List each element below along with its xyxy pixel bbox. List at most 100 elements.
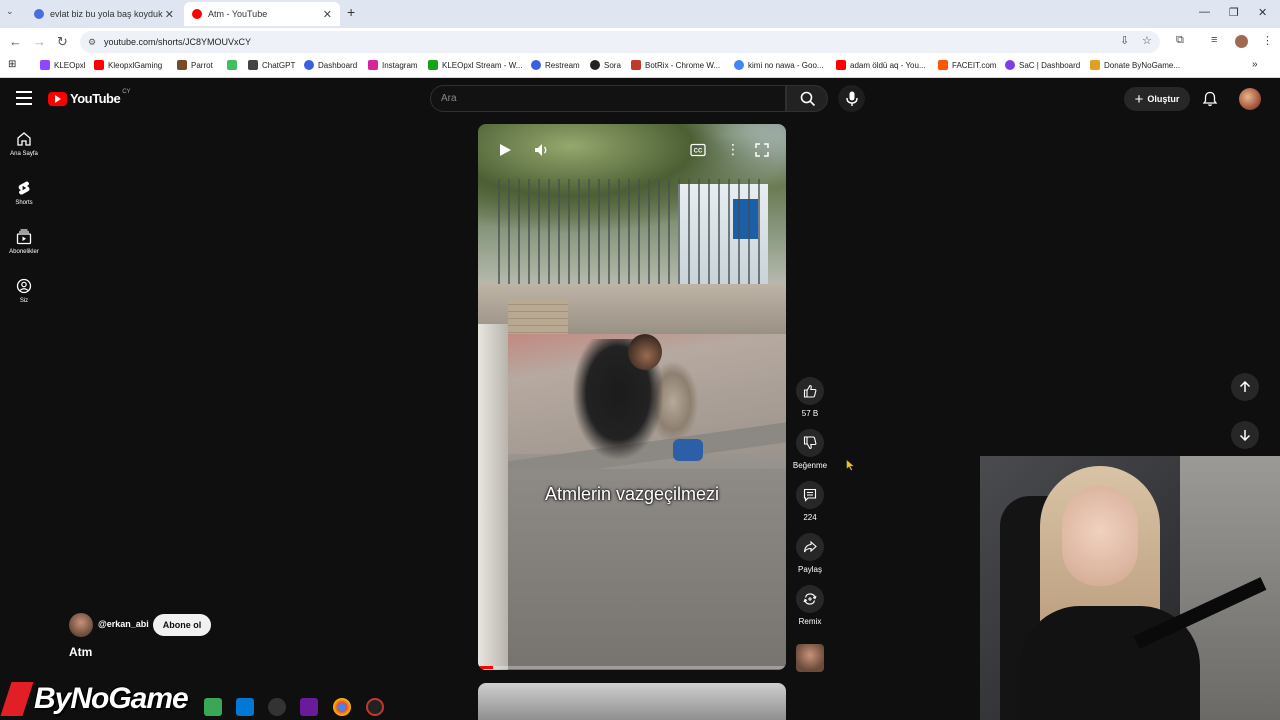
- store-icon[interactable]: [204, 698, 222, 716]
- browser-tab[interactable]: evlat biz bu yola baş koyduk ly ✕: [26, 2, 182, 26]
- media-control-icon[interactable]: ≡: [1211, 34, 1217, 46]
- forward-icon[interactable]: →: [33, 34, 46, 49]
- sidebar-item-you[interactable]: Siz: [0, 278, 48, 304]
- close-window-icon[interactable]: ✕: [1258, 6, 1267, 19]
- channel-handle[interactable]: @erkan_abi: [98, 619, 149, 629]
- volume-icon[interactable]: [534, 142, 550, 158]
- bookmark[interactable]: Dashboard: [304, 60, 357, 70]
- bookmark[interactable]: [227, 60, 241, 70]
- bynogame-watermark: ByNoGame: [0, 678, 189, 720]
- tab-search-button[interactable]: ⌄: [6, 6, 14, 17]
- profile-avatar[interactable]: [1235, 35, 1248, 48]
- bookmark[interactable]: ChatGPT: [248, 60, 295, 70]
- account-avatar[interactable]: [1239, 88, 1261, 110]
- bookmark[interactable]: Parrot: [177, 60, 213, 70]
- bookmark-label: Donate ByNoGame...: [1104, 60, 1181, 70]
- windows-taskbar: [200, 694, 400, 720]
- bookmarks-bar: ⊞ KLEOpxl KleopxlGaming Parrot ChatGPT D…: [0, 56, 1280, 78]
- fullscreen-icon[interactable]: [755, 143, 769, 157]
- bookmark[interactable]: FACEIT.com: [938, 60, 996, 70]
- chrome-icon[interactable]: [333, 698, 351, 716]
- subscribe-button[interactable]: Abone ol: [153, 614, 211, 636]
- app-icon[interactable]: [366, 698, 384, 716]
- bookmark-label: Instagram: [382, 60, 418, 70]
- like-count: 57 B: [801, 409, 819, 418]
- extensions-icon[interactable]: ⧉: [1176, 34, 1184, 47]
- sidebar-item-shorts[interactable]: Shorts: [0, 180, 48, 206]
- video-caption: Atmlerin vazgeçilmezi: [544, 484, 720, 504]
- bookmark-label: KLEOpxl: [54, 60, 86, 70]
- share-icon: [803, 540, 817, 553]
- dislike-label: Beğenme: [792, 461, 828, 470]
- site-info-icon[interactable]: ⚙: [88, 31, 96, 53]
- bookmark[interactable]: adam öldü aq - You...: [836, 60, 926, 70]
- bookmark[interactable]: Sora: [590, 60, 621, 70]
- kick-icon[interactable]: [300, 698, 318, 716]
- bookmark[interactable]: SaC | Dashboard: [1005, 60, 1080, 70]
- remix-icon: [803, 593, 817, 605]
- close-tab-icon[interactable]: ✕: [323, 8, 332, 21]
- bookmark[interactable]: KLEOpxl: [40, 60, 86, 70]
- outlook-icon[interactable]: [236, 698, 254, 716]
- bookmark-favicon-icon: [368, 60, 378, 70]
- like-button[interactable]: 57 B: [796, 377, 824, 418]
- more-bookmarks-icon[interactable]: »: [1252, 59, 1258, 70]
- chrome-menu-icon[interactable]: ⋮: [1262, 34, 1273, 47]
- thumbs-down-icon: [803, 436, 817, 450]
- tab-title: Atm - YouTube: [208, 9, 268, 19]
- next-short-button[interactable]: [1231, 421, 1259, 449]
- captions-icon[interactable]: CC: [690, 143, 706, 157]
- share-label: Paylaş: [797, 565, 822, 574]
- bookmark-favicon-icon: [531, 60, 541, 70]
- create-button[interactable]: + Oluştur: [1124, 87, 1190, 111]
- shorts-icon: [18, 181, 30, 195]
- apps-grid-icon[interactable]: ⊞: [8, 59, 16, 70]
- bookmark-favicon-icon: [938, 60, 948, 70]
- bookmark-favicon-icon: [248, 60, 258, 70]
- new-tab-icon[interactable]: +: [347, 4, 355, 20]
- install-app-icon[interactable]: ⇩: [1120, 34, 1129, 47]
- sidebar-item-home[interactable]: Ana Sayfa: [0, 131, 48, 157]
- bookmark[interactable]: Donate ByNoGame...: [1090, 60, 1180, 70]
- notifications-bell-icon[interactable]: [1202, 91, 1218, 107]
- bookmark[interactable]: kimi no nawa - Goo...: [734, 60, 824, 70]
- bookmark-star-icon[interactable]: ☆: [1142, 34, 1152, 47]
- minimize-icon[interactable]: —: [1199, 6, 1210, 18]
- next-short-preview[interactable]: [478, 683, 786, 720]
- back-icon[interactable]: ←: [9, 34, 22, 49]
- comment-icon: [803, 488, 817, 502]
- bookmark-label: adam öldü aq - You...: [850, 60, 926, 70]
- channel-avatar[interactable]: [69, 613, 93, 637]
- video-frame: [498, 179, 768, 289]
- reload-icon[interactable]: ↻: [57, 34, 68, 50]
- comments-button[interactable]: 224: [796, 481, 824, 522]
- hamburger-menu-icon[interactable]: [16, 91, 32, 105]
- browser-tab-active[interactable]: Atm - YouTube ✕: [184, 2, 340, 26]
- voice-search-button[interactable]: [838, 85, 865, 112]
- bookmark[interactable]: KLEOpxl Stream - W...: [428, 60, 522, 70]
- restore-icon[interactable]: ❐: [1229, 6, 1239, 19]
- share-button[interactable]: Paylaş: [790, 533, 830, 574]
- channel-thumbnail[interactable]: [796, 644, 824, 672]
- arrow-up-icon: [1239, 381, 1251, 392]
- sidebar-item-subscriptions[interactable]: Abonelikler: [0, 229, 48, 255]
- search-input[interactable]: Ara: [430, 85, 786, 112]
- bookmark[interactable]: Instagram: [368, 60, 418, 70]
- play-icon[interactable]: [498, 143, 512, 157]
- dislike-button[interactable]: Beğenme: [790, 429, 830, 470]
- video-progress-bar[interactable]: [478, 666, 786, 669]
- shorts-video-player[interactable]: CC ⋮ Atmlerin vazgeçilmezi: [478, 124, 786, 670]
- more-options-icon[interactable]: ⋮: [726, 141, 740, 158]
- search-button[interactable]: [786, 85, 828, 112]
- bookmark[interactable]: BotRix - Chrome W...: [631, 60, 720, 70]
- close-tab-icon[interactable]: ✕: [165, 8, 174, 21]
- bookmark[interactable]: Restream: [531, 60, 580, 70]
- thumbs-up-icon: [803, 384, 817, 398]
- address-bar[interactable]: ⚙ youtube.com/shorts/JC8YMOUVxCY: [80, 31, 1160, 53]
- bookmark-label: Dashboard: [318, 60, 358, 70]
- obs-icon[interactable]: [268, 698, 286, 716]
- youtube-logo[interactable]: YouTube CY: [48, 89, 131, 106]
- previous-short-button[interactable]: [1231, 373, 1259, 401]
- bookmark[interactable]: KleopxlGaming: [94, 60, 162, 70]
- remix-button[interactable]: Remix: [796, 585, 824, 626]
